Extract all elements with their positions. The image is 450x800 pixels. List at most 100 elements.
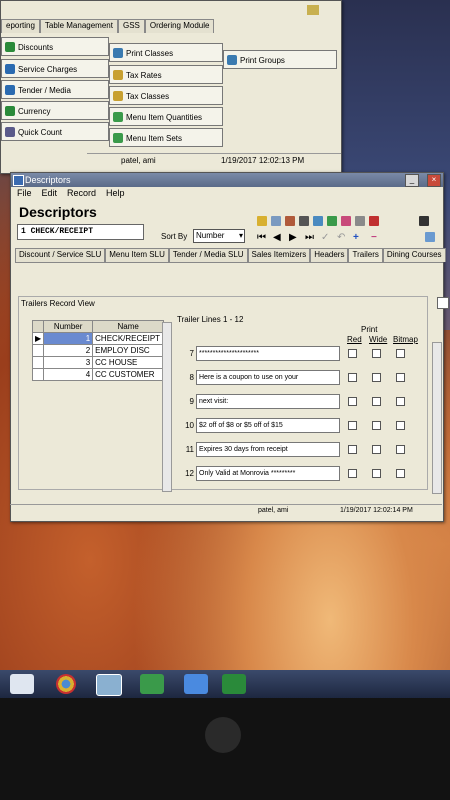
window-icon[interactable]: [425, 232, 435, 242]
table-scrollbar[interactable]: [162, 322, 172, 492]
bitmap-checkbox[interactable]: [396, 421, 405, 430]
bitmap-checkbox[interactable]: [396, 469, 405, 478]
trailer-lines-title: Trailer Lines 1 - 12: [177, 315, 244, 324]
tax-rates-button[interactable]: Tax Rates: [109, 65, 223, 84]
wide-checkbox[interactable]: [372, 469, 381, 478]
tab-headers[interactable]: Headers: [310, 248, 349, 262]
tools-icon[interactable]: [369, 216, 379, 226]
menu-edit[interactable]: Edit: [42, 187, 58, 200]
remove-record-icon[interactable]: −: [371, 232, 377, 243]
tab-gss[interactable]: GSS: [117, 19, 145, 33]
sort-select[interactable]: Number ▾: [193, 229, 245, 243]
chevron-down-icon[interactable]: ▾: [239, 230, 243, 242]
last-record-icon[interactable]: ⏭: [305, 232, 314, 243]
status-user: patel, ami: [258, 507, 289, 514]
table-row[interactable]: ▶ 1 CHECK/RECEIPT: [31, 332, 165, 345]
next-record-icon[interactable]: ▶: [289, 232, 297, 243]
photos-icon[interactable]: [140, 674, 164, 694]
bitmap-checkbox[interactable]: [396, 349, 405, 358]
table-row[interactable]: 3 CC HOUSE: [31, 356, 165, 369]
excel-icon[interactable]: [222, 674, 246, 694]
undo-icon[interactable]: ↶: [337, 232, 345, 243]
tab-trailers[interactable]: Trailers: [348, 248, 383, 262]
previous-record-icon[interactable]: ◀: [273, 232, 281, 243]
tender-media-button[interactable]: Tender / Media: [1, 80, 109, 99]
folder-icon[interactable]: [257, 216, 267, 226]
print-classes-button[interactable]: Print Classes: [109, 43, 223, 62]
bitmap-checkbox[interactable]: [396, 397, 405, 406]
status-datetime: 1/19/2017 12:02:14 PM: [340, 507, 413, 514]
tender-icon: [5, 85, 15, 95]
save-icon[interactable]: [313, 216, 323, 226]
tab-tender-media-slu[interactable]: Tender / Media SLU: [168, 248, 248, 262]
bitmap-checkbox[interactable]: [396, 373, 405, 382]
trailer-text-field[interactable]: Only Valid at Monrovia *********: [196, 466, 340, 481]
menu-file[interactable]: File: [17, 187, 32, 200]
table-row[interactable]: 4 CC CUSTOMER: [31, 368, 165, 381]
service-charges-button[interactable]: Service Charges: [1, 59, 109, 78]
tax-icon: [113, 91, 123, 101]
page-icon[interactable]: [437, 297, 449, 309]
tab-sales-itemizers[interactable]: Sales Itemizers: [247, 248, 311, 262]
red-checkbox[interactable]: [348, 445, 357, 454]
copy-icon[interactable]: [327, 216, 337, 226]
table-row[interactable]: 2 EMPLOY DISC: [31, 344, 165, 357]
printer-icon: [113, 48, 123, 58]
trailer-text-field[interactable]: $2 off of $8 or $5 off of $15: [196, 418, 340, 433]
discount-icon: [5, 42, 15, 52]
status-user: patel, ami: [121, 156, 156, 165]
menu-item-quantities-button[interactable]: Menu Item Quantities: [109, 107, 223, 126]
currency-button[interactable]: Currency: [1, 101, 109, 120]
trailer-text-field[interactable]: Here is a coupon to use on your: [196, 370, 340, 385]
tab-discount-service-slu[interactable]: Discount / Service SLU: [15, 248, 106, 262]
record-field[interactable]: 1 CHECK/RECEIPT: [17, 224, 144, 240]
dropbox-icon[interactable]: [184, 674, 208, 694]
close-button[interactable]: ×: [427, 174, 441, 187]
brand-logo: [205, 717, 241, 753]
tax-classes-button[interactable]: Tax Classes: [109, 86, 223, 105]
wide-checkbox[interactable]: [372, 349, 381, 358]
chrome-icon[interactable]: [56, 674, 76, 694]
red-checkbox[interactable]: [348, 373, 357, 382]
red-checkbox[interactable]: [348, 469, 357, 478]
page-title: Descriptors: [19, 204, 97, 220]
bitmap-checkbox[interactable]: [396, 445, 405, 454]
red-checkbox[interactable]: [348, 397, 357, 406]
trailer-text-field[interactable]: **********************: [196, 346, 340, 361]
trailer-text-field[interactable]: next visit:: [196, 394, 340, 409]
new-record-icon[interactable]: [271, 216, 281, 226]
menu-help[interactable]: Help: [106, 187, 125, 200]
start-button[interactable]: [10, 674, 34, 694]
app-icon[interactable]: [96, 674, 122, 696]
print-groups-button[interactable]: Print Groups: [223, 50, 337, 69]
wide-checkbox[interactable]: [372, 421, 381, 430]
red-checkbox[interactable]: [348, 421, 357, 430]
quick-count-button[interactable]: Quick Count: [1, 122, 109, 141]
app-icon[interactable]: [307, 5, 319, 15]
add-record-icon[interactable]: +: [353, 232, 359, 243]
paste-icon[interactable]: [341, 216, 351, 226]
delete-icon[interactable]: [299, 216, 309, 226]
red-checkbox[interactable]: [348, 349, 357, 358]
wide-checkbox[interactable]: [372, 373, 381, 382]
menu-item-sets-button[interactable]: Menu Item Sets: [109, 128, 223, 147]
tab-table-management[interactable]: Table Management: [39, 19, 118, 33]
tab-ordering-module[interactable]: Ordering Module: [144, 19, 215, 33]
wand-icon[interactable]: [355, 216, 365, 226]
edit-icon[interactable]: [285, 216, 295, 226]
binoculars-icon[interactable]: [419, 216, 429, 226]
menu-record[interactable]: Record: [67, 187, 96, 200]
minimize-button[interactable]: _: [405, 174, 419, 187]
trailer-line-9: 9 next visit:: [182, 394, 440, 412]
discounts-button[interactable]: Discounts: [1, 37, 109, 56]
check-icon[interactable]: ✓: [321, 232, 329, 243]
trailer-scrollbar[interactable]: [432, 342, 442, 494]
trailer-line-8: 8 Here is a coupon to use on your: [182, 370, 440, 388]
tab-dining-courses[interactable]: Dining Courses: [382, 248, 446, 262]
tab-menu-item-slu[interactable]: Menu Item SLU: [105, 248, 169, 262]
trailer-text-field[interactable]: Expires 30 days from receipt: [196, 442, 340, 457]
wide-checkbox[interactable]: [372, 397, 381, 406]
first-record-icon[interactable]: ⏮: [257, 232, 266, 243]
wide-checkbox[interactable]: [372, 445, 381, 454]
tab-reporting[interactable]: eporting: [1, 19, 40, 33]
